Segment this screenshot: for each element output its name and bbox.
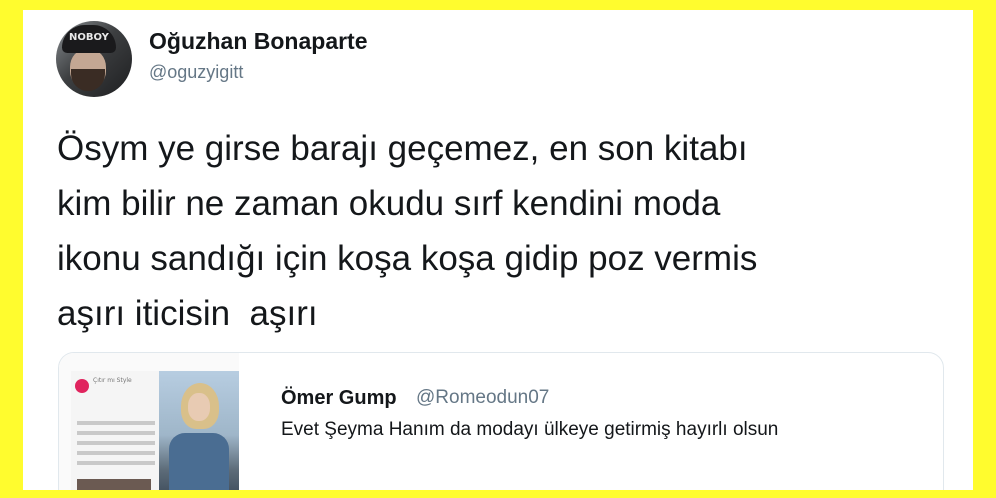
quoted-tweet-text: Evet Şeyma Hanım da modayı ülkeye getirm… bbox=[281, 419, 779, 440]
tweet-text-line: Ösym ye girse barajı geçemez, en son kit… bbox=[57, 129, 748, 168]
media-photo-woman bbox=[159, 371, 239, 490]
quoted-author-handle[interactable]: @Romeodun07 bbox=[416, 387, 549, 409]
tweet-text-line: kim bilir ne zaman okudu sırf kendini mo… bbox=[57, 184, 721, 223]
tweet-card: NOBOY Oğuzhan Bonaparte @oguzyigitt Ösym… bbox=[23, 10, 973, 490]
quoted-author-name[interactable]: Ömer Gump bbox=[281, 387, 397, 410]
author-avatar[interactable]: NOBOY bbox=[56, 21, 132, 97]
avatar-beard bbox=[71, 69, 105, 91]
author-name[interactable]: Oğuzhan Bonaparte bbox=[149, 28, 368, 55]
tweet-text-line: aşırı iticisin aşırı bbox=[57, 294, 318, 333]
media-logo-text: Çıtır mı Style bbox=[93, 377, 132, 384]
yellow-frame: NOBOY Oğuzhan Bonaparte @oguzyigitt Ösym… bbox=[0, 0, 996, 498]
quoted-tweet[interactable]: Çıtır mı Style Ömer Gump @Romeodun07 Eve… bbox=[58, 352, 944, 490]
tweet-text-line: ikonu sandığı için koşa koşa gidip poz v… bbox=[57, 239, 758, 278]
avatar-cap: NOBOY bbox=[62, 25, 116, 53]
media-text-lines bbox=[77, 421, 155, 471]
tweet-text: Ösym ye girse barajı geçemez, en son kit… bbox=[57, 121, 957, 341]
media-photo-face bbox=[188, 393, 210, 421]
media-logo-icon bbox=[75, 379, 89, 393]
media-inner-photo bbox=[77, 479, 151, 490]
media-screenshot-thumbnail: Çıtır mı Style bbox=[71, 371, 159, 490]
quoted-tweet-media[interactable]: Çıtır mı Style bbox=[59, 353, 239, 490]
media-photo-jacket bbox=[169, 433, 229, 490]
author-handle[interactable]: @oguzyigitt bbox=[149, 62, 243, 83]
